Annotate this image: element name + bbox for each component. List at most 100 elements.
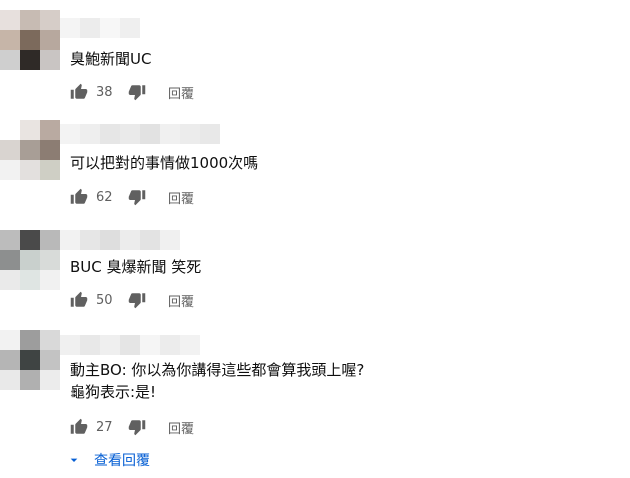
view-replies-label: 查看回覆: [94, 453, 150, 469]
avatar-pixel: [20, 250, 40, 270]
like-count: 50: [96, 292, 113, 308]
comment-item: 臭鮑新聞UC 38 回覆: [0, 10, 630, 110]
name-blur-block: [160, 124, 180, 144]
author-name-blurred[interactable]: [60, 335, 200, 355]
like-count: 27: [96, 419, 113, 435]
avatar-pixel: [40, 250, 60, 270]
avatar-pixel: [0, 10, 20, 30]
avatar[interactable]: [0, 330, 60, 390]
avatar-pixel: [0, 50, 20, 70]
like-count: 62: [96, 189, 113, 205]
name-blur-block: [100, 230, 120, 250]
avatar[interactable]: [0, 230, 60, 290]
avatar-pixel: [20, 370, 40, 390]
avatar-pixel: [0, 230, 20, 250]
avatar[interactable]: [0, 120, 60, 180]
comment-actions: 27 回覆: [70, 417, 194, 437]
avatar-pixel: [40, 140, 60, 160]
name-blur-block: [140, 230, 160, 250]
avatar-pixel: [0, 30, 20, 50]
name-blur-block: [80, 124, 100, 144]
name-blur-block: [180, 124, 200, 144]
caret-down-icon: [66, 452, 82, 468]
avatar-pixel: [20, 140, 40, 160]
like-count: 38: [96, 84, 113, 100]
avatar-pixel: [0, 330, 20, 350]
author-name-blurred[interactable]: [60, 124, 220, 144]
author-name-blurred[interactable]: [60, 230, 180, 250]
avatar-pixel: [20, 10, 40, 30]
name-blur-block: [80, 335, 100, 355]
name-blur-block: [60, 18, 80, 38]
name-blur-block: [120, 18, 140, 38]
thumbs-up-icon[interactable]: [70, 188, 88, 206]
comment-text: 動主BO: 你以為你講得這些都會算我頭上喔? 龜狗表示:是!: [70, 361, 365, 401]
avatar-pixel: [20, 160, 40, 180]
avatar-pixel: [40, 10, 60, 30]
avatar-pixel: [40, 270, 60, 290]
comment-text: 可以把對的事情做1000次嗎: [70, 154, 259, 172]
avatar-pixel: [0, 120, 20, 140]
avatar-pixel: [20, 330, 40, 350]
avatar-pixel: [0, 250, 20, 270]
name-blur-block: [100, 18, 120, 38]
comment-item: BUC 臭爆新聞 笑死 50 回覆: [0, 220, 630, 325]
thumbs-up-icon[interactable]: [70, 83, 88, 101]
avatar-pixel: [20, 120, 40, 140]
thumbs-up-icon[interactable]: [70, 291, 88, 309]
thumbs-down-icon[interactable]: [128, 418, 146, 436]
avatar-pixel: [0, 140, 20, 160]
avatar-pixel: [40, 120, 60, 140]
thumbs-down-icon[interactable]: [128, 188, 146, 206]
avatar-pixel: [20, 30, 40, 50]
view-replies-button[interactable]: 查看回覆: [66, 449, 150, 471]
reply-button[interactable]: 回覆: [168, 188, 194, 207]
comment-actions: 62 回覆: [70, 187, 194, 207]
avatar-pixel: [40, 30, 60, 50]
name-blur-block: [140, 335, 160, 355]
name-blur-block: [180, 335, 200, 355]
name-blur-block: [80, 230, 100, 250]
name-blur-block: [200, 124, 220, 144]
avatar-pixel: [20, 270, 40, 290]
name-blur-block: [120, 124, 140, 144]
avatar-pixel: [0, 350, 20, 370]
comment-text: BUC 臭爆新聞 笑死: [70, 258, 202, 276]
name-blur-block: [140, 124, 160, 144]
reply-button[interactable]: 回覆: [168, 83, 194, 102]
avatar-pixel: [20, 350, 40, 370]
avatar-pixel: [20, 50, 40, 70]
name-blur-block: [80, 18, 100, 38]
name-blur-block: [60, 124, 80, 144]
comment-actions: 50 回覆: [70, 290, 194, 310]
thumbs-down-icon[interactable]: [128, 291, 146, 309]
avatar-pixel: [40, 160, 60, 180]
name-blur-block: [120, 335, 140, 355]
avatar[interactable]: [0, 10, 60, 70]
avatar-pixel: [0, 270, 20, 290]
avatar-pixel: [0, 370, 20, 390]
avatar-pixel: [0, 160, 20, 180]
comment-item: 可以把對的事情做1000次嗎 62 回覆: [0, 110, 630, 220]
thumbs-up-icon[interactable]: [70, 418, 88, 436]
avatar-pixel: [40, 370, 60, 390]
name-blur-block: [60, 335, 80, 355]
name-blur-block: [60, 230, 80, 250]
avatar-pixel: [40, 330, 60, 350]
name-blur-block: [160, 335, 180, 355]
name-blur-block: [100, 124, 120, 144]
reply-button[interactable]: 回覆: [168, 418, 194, 437]
avatar-pixel: [40, 350, 60, 370]
avatar-pixel: [40, 230, 60, 250]
name-blur-block: [160, 230, 180, 250]
avatar-pixel: [20, 230, 40, 250]
name-blur-block: [100, 335, 120, 355]
author-name-blurred[interactable]: [60, 18, 140, 38]
avatar-pixel: [40, 50, 60, 70]
comment-text: 臭鮑新聞UC: [70, 50, 152, 68]
thumbs-down-icon[interactable]: [128, 83, 146, 101]
reply-button[interactable]: 回覆: [168, 291, 194, 310]
name-blur-block: [120, 230, 140, 250]
comment-item: 動主BO: 你以為你講得這些都會算我頭上喔? 龜狗表示:是! 27 回覆: [0, 325, 630, 450]
comment-actions: 38 回覆: [70, 82, 194, 102]
